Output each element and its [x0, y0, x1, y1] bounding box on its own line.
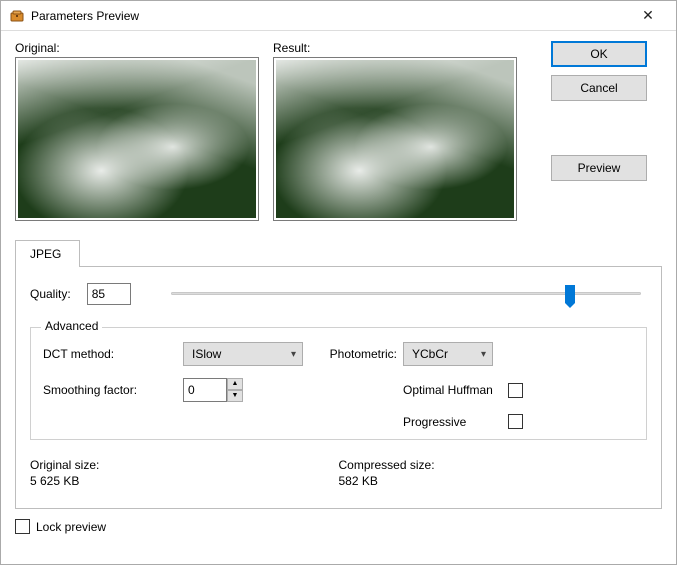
original-size: Original size: 5 625 KB — [30, 458, 339, 488]
photometric-value: YCbCr — [412, 347, 448, 361]
original-image — [18, 60, 256, 218]
spinner-down-icon[interactable]: ▼ — [227, 390, 243, 402]
dct-value: ISlow — [192, 347, 221, 361]
original-preview-column: Original: — [15, 41, 259, 221]
optimal-huffman-label: Optimal Huffman — [403, 383, 493, 397]
titlebar: Parameters Preview ✕ — [1, 1, 676, 31]
previews: Original: Result: — [15, 41, 517, 221]
quality-label: Quality: — [30, 287, 71, 301]
advanced-fieldset: Advanced DCT method: ISlow ▾ Photometric… — [30, 327, 647, 440]
smoothing-spinner[interactable]: ▲ ▼ — [183, 378, 313, 402]
close-icon[interactable]: ✕ — [628, 7, 668, 24]
compressed-size: Compressed size: 582 KB — [339, 458, 648, 488]
original-size-value: 5 625 KB — [30, 474, 339, 488]
tabstrip: JPEG — [15, 239, 662, 266]
footer: Lock preview — [15, 519, 662, 534]
dct-label: DCT method: — [43, 347, 183, 361]
window: Parameters Preview ✕ Original: Result: — [0, 0, 677, 565]
window-title: Parameters Preview — [31, 9, 628, 23]
tabs: JPEG Quality: Advanced DCT method: — [15, 239, 662, 509]
side-buttons: OK Cancel Preview — [551, 41, 647, 221]
original-preview — [15, 57, 259, 221]
compressed-size-value: 582 KB — [339, 474, 648, 488]
photometric-label: Photometric: — [313, 347, 403, 361]
ok-button[interactable]: OK — [551, 41, 647, 67]
photometric-combo[interactable]: YCbCr ▾ — [403, 342, 493, 366]
chevron-down-icon: ▾ — [291, 349, 296, 360]
cancel-button[interactable]: Cancel — [551, 75, 647, 101]
content: Original: Result: OK Cancel Preview — [1, 31, 676, 564]
top-area: Original: Result: OK Cancel Preview — [15, 41, 662, 221]
quality-input[interactable] — [87, 283, 131, 305]
dct-combo[interactable]: ISlow ▾ — [183, 342, 303, 366]
tab-jpeg[interactable]: JPEG — [15, 240, 80, 267]
optimal-huffman-checkbox[interactable] — [508, 383, 523, 398]
original-label: Original: — [15, 41, 259, 55]
smoothing-input[interactable] — [183, 378, 227, 402]
chevron-down-icon: ▾ — [481, 349, 486, 360]
slider-thumb[interactable] — [565, 285, 575, 303]
tab-panel-jpeg: Quality: Advanced DCT method: ISlow ▾ — [15, 266, 662, 509]
lock-preview-label: Lock preview — [36, 520, 106, 534]
result-preview — [273, 57, 517, 221]
quality-slider[interactable] — [171, 284, 641, 304]
original-size-label: Original size: — [30, 458, 339, 472]
sizes: Original size: 5 625 KB Compressed size:… — [30, 458, 647, 488]
advanced-legend: Advanced — [41, 319, 102, 333]
preview-button[interactable]: Preview — [551, 155, 647, 181]
result-label: Result: — [273, 41, 517, 55]
compressed-size-label: Compressed size: — [339, 458, 648, 472]
smoothing-label: Smoothing factor: — [43, 383, 183, 397]
quality-row: Quality: — [30, 283, 647, 305]
spinner-up-icon[interactable]: ▲ — [227, 378, 243, 390]
progressive-label: Progressive — [403, 415, 466, 429]
progressive-checkbox[interactable] — [508, 414, 523, 429]
result-image — [276, 60, 514, 218]
result-preview-column: Result: — [273, 41, 517, 221]
lock-preview-checkbox[interactable] — [15, 519, 30, 534]
app-icon — [9, 8, 25, 24]
